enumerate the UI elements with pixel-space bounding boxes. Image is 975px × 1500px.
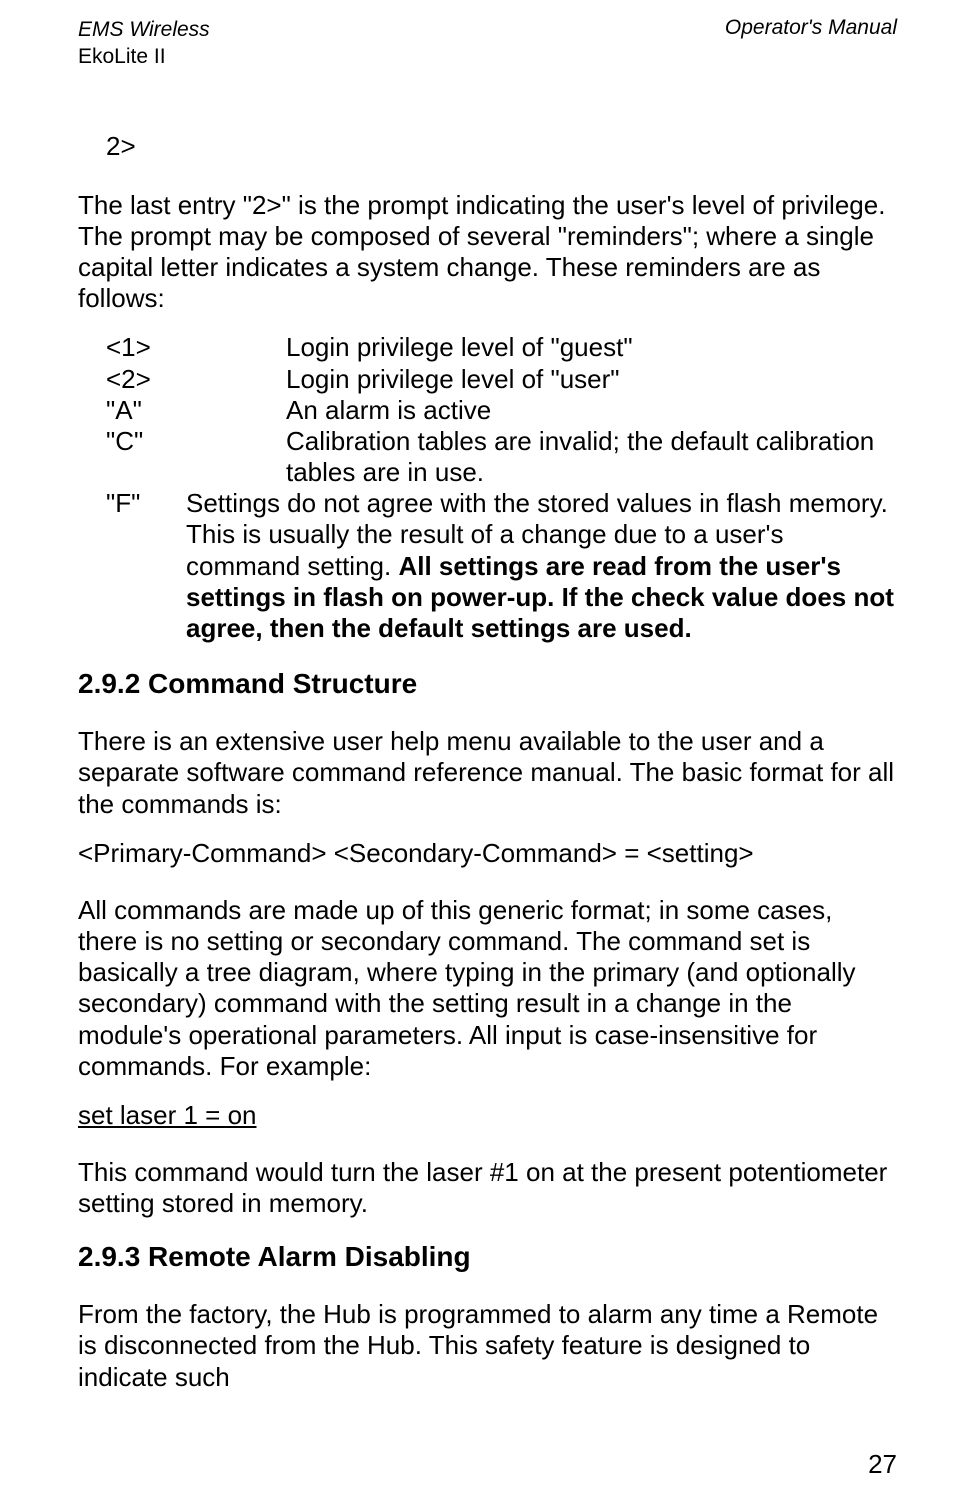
header-brand: EMS Wireless: [78, 16, 210, 43]
reminder-desc: Login privilege level of "user": [286, 364, 897, 395]
reminder-item: "A" An alarm is active: [106, 395, 897, 426]
reminder-desc: Login privilege level of "guest": [286, 332, 897, 363]
reminder-item: "F" Settings do not agree with the store…: [106, 488, 897, 644]
page-header: EMS Wireless EkoLite II Operator's Manua…: [78, 16, 897, 71]
reminder-key: <1>: [106, 332, 286, 363]
header-left: EMS Wireless EkoLite II: [78, 16, 210, 71]
prompt-text: 2>: [106, 131, 897, 162]
intro-paragraph: The last entry "2>" is the prompt indica…: [78, 190, 897, 315]
reminder-item: <2> Login privilege level of "user": [106, 364, 897, 395]
section-paragraph: This command would turn the laser #1 on …: [78, 1157, 897, 1219]
section-heading: 2.9.3 Remote Alarm Disabling: [78, 1241, 897, 1273]
reminder-key: "C": [106, 426, 286, 488]
header-right: Operator's Manual: [725, 16, 897, 71]
header-product: EkoLite II: [78, 43, 210, 70]
reminder-key: "F": [106, 488, 186, 644]
reminder-desc: An alarm is active: [286, 395, 897, 426]
command-format: <Primary-Command> <Secondary-Command> = …: [78, 838, 897, 869]
page-number: 27: [868, 1449, 897, 1480]
reminder-desc: Settings do not agree with the stored va…: [186, 488, 897, 644]
reminder-list: <1> Login privilege level of "guest" <2>…: [106, 332, 897, 644]
reminder-item: <1> Login privilege level of "guest": [106, 332, 897, 363]
section-paragraph: There is an extensive user help menu ava…: [78, 726, 897, 820]
section-heading: 2.9.2 Command Structure: [78, 668, 897, 700]
section-paragraph: All commands are made up of this generic…: [78, 895, 897, 1082]
command-example: set laser 1 = on: [78, 1100, 897, 1131]
reminder-key: "A": [106, 395, 286, 426]
reminder-item: "C" Calibration tables are invalid; the …: [106, 426, 897, 488]
reminder-key: <2>: [106, 364, 286, 395]
section-paragraph: From the factory, the Hub is programmed …: [78, 1299, 897, 1393]
reminder-desc: Calibration tables are invalid; the defa…: [286, 426, 897, 488]
